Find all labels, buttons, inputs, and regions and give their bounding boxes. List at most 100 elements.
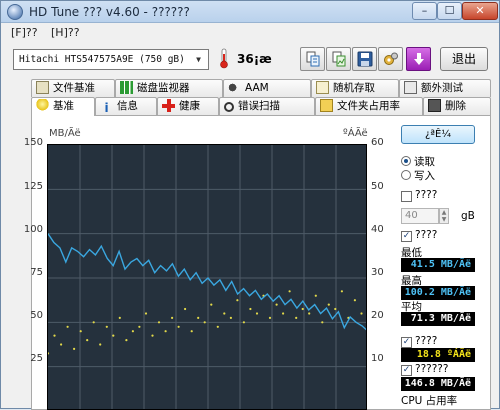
access-time-point [86,339,88,341]
tab-error-scan[interactable]: 错误扫描 [219,97,315,115]
maximize-button[interactable]: ☐ [437,2,462,20]
menu-help[interactable]: [H]?? [51,26,80,39]
left-tick-100: 100 [13,224,43,235]
menu-file[interactable]: [F]?? [11,26,38,39]
access-time-point [354,299,356,301]
read-radio[interactable] [401,156,411,166]
access-time-point [80,330,82,332]
access-time-point [328,304,330,306]
access-time-point [276,304,278,306]
close-button[interactable]: ✕ [462,2,498,20]
burst-rate-checkbox[interactable]: ✓ [401,365,412,376]
tab-aam[interactable]: AAM [223,79,311,97]
right-tick-10: 10 [371,353,384,364]
access-time-point [151,335,153,337]
tab-file-benchmark[interactable]: 文件基准 [31,79,115,97]
access-time-point [289,290,291,292]
access-time-point [210,304,212,306]
left-axis-unit: MB/Ãë [49,128,81,139]
drive-select[interactable]: Hitachi HTS547575A9E (750 gB) ▼ [13,49,209,70]
transfer-rate-checkbox[interactable]: ✓ [401,231,412,242]
short-stroke-spinner[interactable]: ▲▼ [439,208,449,224]
tab-benchmark[interactable]: 基准 [31,97,95,116]
left-tick-50: 50 [13,310,43,321]
access-time-point [204,321,206,323]
access-time-point [73,348,75,350]
magnifier-icon [224,102,234,112]
left-tick-75: 75 [13,267,43,278]
right-tick-60: 60 [371,137,384,148]
lightbulb-icon [36,99,49,112]
write-label: 写入 [414,168,435,183]
access-time-point [132,330,134,332]
disk-monitor-icon [120,81,133,94]
title-bar[interactable]: HD Tune ??? v4.60 - ?????? – ☐ ✕ [1,1,499,23]
right-tick-30: 30 [371,267,384,278]
erase-icon [428,99,441,112]
copy-text-button[interactable] [300,47,325,71]
options-button[interactable] [378,47,403,71]
copy-text-icon [305,51,321,67]
extra-tests-icon [404,81,417,94]
access-time-point [145,312,147,314]
short-stroke-checkbox[interactable] [401,191,412,202]
copy-image-button[interactable] [326,47,351,71]
tab-erase[interactable]: 删除 [423,97,491,115]
tab-folder-usage[interactable]: 文件夹占用率 [315,97,423,115]
short-stroke-unit: gB [461,210,475,222]
temperature-readout: 36¡æ [237,52,272,66]
exit-button[interactable]: 退出 [440,47,488,71]
start-button[interactable]: ¿ªÊ¼ [401,125,475,144]
left-tick-25: 25 [13,353,43,364]
save-button[interactable] [352,47,377,71]
access-time-point [112,335,114,337]
file-benchmark-icon [36,81,49,94]
access-time-point [315,295,317,297]
access-time-point [60,343,62,345]
access-time-point [125,339,127,341]
left-tick-125: 125 [13,181,43,192]
drive-select-value: Hitachi HTS547575A9E (750 gB) [19,54,185,65]
right-axis-unit: ºÁÃë [343,128,368,139]
cpu-usage-label: CPU 占用率 [401,393,457,408]
access-time-point [138,326,140,328]
download-button[interactable] [406,47,431,71]
hdtune-logo-icon [7,4,23,20]
write-radio[interactable] [401,170,411,180]
copy-image-icon [331,51,347,67]
access-time-point [165,330,167,332]
tab-extra-tests[interactable]: 额外测试 [399,79,491,97]
access-time-point [308,312,310,314]
random-access-icon [316,81,329,94]
access-time-point [171,317,173,319]
access-time-point [158,321,160,323]
tab-disk-monitor[interactable]: 磁盘监视器 [115,79,223,97]
minimize-button[interactable]: – [412,2,437,20]
transfer-rate-label: ???? [415,229,437,241]
access-time-point [223,312,225,314]
tab-health[interactable]: 健康 [157,97,219,115]
read-label: 读取 [414,154,435,169]
access-time-point [269,317,271,319]
chevron-down-icon[interactable]: ▼ [191,52,206,67]
access-time-point [197,317,199,319]
average-value: 71.3 MB/Ãë [401,312,475,326]
window-title: HD Tune ??? v4.60 - ?????? [29,5,190,19]
access-time-checkbox[interactable]: ✓ [401,337,412,348]
access-time-point [184,308,186,310]
access-time-point [48,352,49,354]
short-stroke-input[interactable]: 40 [401,208,439,224]
info-icon: i [100,102,113,115]
access-time-point [106,326,108,328]
save-icon [357,51,373,67]
tab-random-access[interactable]: 随机存取 [311,79,399,97]
thermometer-icon [219,48,229,69]
right-tick-20: 20 [371,310,384,321]
access-time-point [93,321,95,323]
access-time-point [119,317,121,319]
benchmark-chart-svg [48,145,367,410]
tab-info[interactable]: i信息 [95,97,157,115]
access-time-label: ???? [415,335,437,347]
access-time-point [295,317,297,319]
access-time-value: 18.8 ºÁÃë [401,348,475,362]
